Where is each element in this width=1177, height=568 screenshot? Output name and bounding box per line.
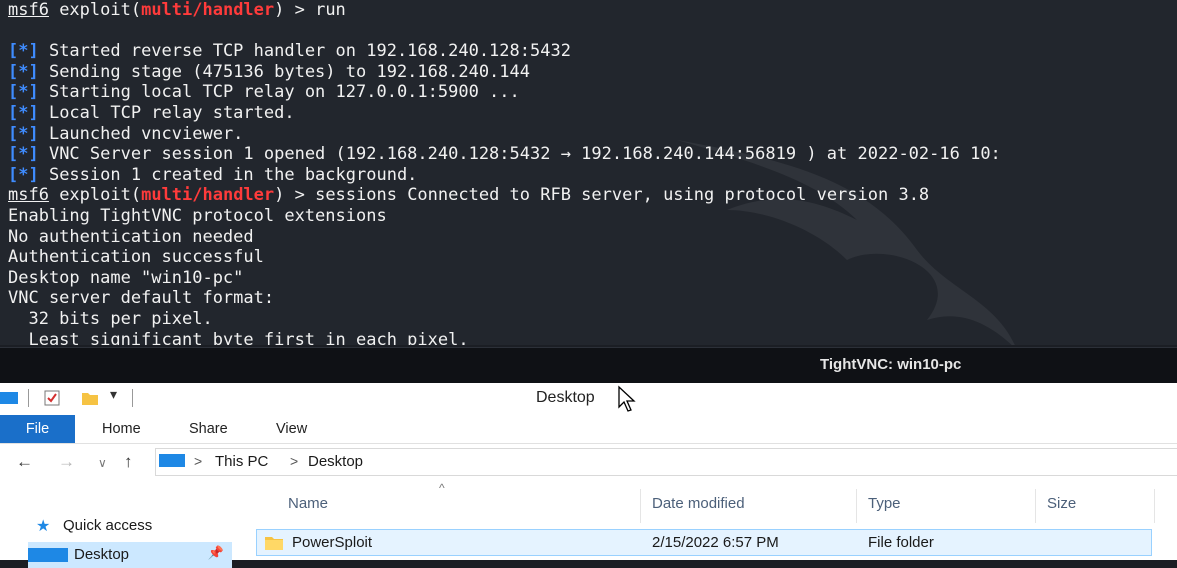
terminal-output: msf6 exploit(multi/handler) > run [*] Sta… — [8, 0, 1177, 345]
info-marker: [*] — [8, 41, 39, 62]
column-divider[interactable] — [1035, 489, 1036, 523]
output-text: No authentication needed — [8, 226, 254, 247]
terminal-line: Authentication successful — [8, 247, 1177, 268]
breadcrumb-separator-icon[interactable]: > — [194, 453, 202, 469]
output-text: Desktop name "win10-pc" — [8, 267, 244, 288]
info-marker: [*] — [8, 61, 39, 82]
breadcrumb-this-pc[interactable]: This PC — [215, 453, 268, 470]
output-text: Local TCP relay started. — [38, 102, 295, 123]
module-name: multi/handler — [141, 185, 275, 206]
msf-prompt: msf6 — [8, 0, 49, 20]
terminal-line: 32 bits per pixel. — [8, 309, 1177, 330]
output-text: VNC server default format: — [8, 288, 275, 309]
info-marker: [*] — [8, 102, 39, 123]
output-text: Sending stage (475136 bytes) to 192.168.… — [38, 61, 530, 82]
column-header-size[interactable]: Size — [1047, 495, 1076, 512]
terminal-line: [*] Launched vncviewer. — [8, 124, 1177, 145]
output-text: VNC Server session 1 opened (192.168.240… — [38, 144, 1001, 165]
column-divider[interactable] — [1154, 489, 1155, 523]
info-marker: [*] — [8, 164, 39, 185]
table-row[interactable]: PowerSploit 2/15/2022 6:57 PM File folde… — [256, 529, 1152, 556]
ribbon-tabs: File Home Share View — [0, 415, 1177, 444]
tab-file[interactable]: File — [0, 415, 75, 443]
toolbar-divider — [28, 389, 29, 407]
explorer-app-icon[interactable] — [0, 390, 18, 406]
tab-view[interactable]: View — [264, 415, 319, 443]
terminal-line: [*] Started reverse TCP handler on 192.1… — [8, 41, 1177, 62]
terminal-window[interactable]: msf6 exploit(multi/handler) > run [*] Sta… — [0, 0, 1177, 345]
terminal-line: [*] Session 1 created in the background. — [8, 165, 1177, 186]
breadcrumb-separator-icon[interactable]: > — [290, 453, 298, 469]
module-name: multi/handler — [141, 0, 275, 20]
vnc-titlebar[interactable]: TightVNC: win10-pc — [0, 347, 1177, 384]
terminal-line: [*] Sending stage (475136 bytes) to 192.… — [8, 62, 1177, 83]
output-text: Launched vncviewer. — [38, 123, 244, 144]
sidebar-item-label: Quick access — [63, 517, 153, 534]
forward-arrow-icon[interactable]: → — [58, 452, 75, 472]
column-header-type[interactable]: Type — [868, 495, 901, 512]
toolbar-divider — [132, 389, 133, 407]
prompt-text: ) > sessions Connected to RFB server, us… — [274, 185, 930, 206]
output-text: Starting local TCP relay on 127.0.0.1:59… — [38, 82, 520, 103]
terminal-line: VNC server default format: — [8, 288, 1177, 309]
file-date-modified: 2/15/2022 6:57 PM — [652, 534, 779, 551]
customize-toolbar-icon[interactable]: ▾ — [110, 386, 117, 403]
up-arrow-icon[interactable]: ↑ — [124, 452, 133, 472]
msf-prompt: msf6 — [8, 185, 49, 206]
tab-share[interactable]: Share — [177, 415, 240, 443]
terminal-line: Desktop name "win10-pc" — [8, 268, 1177, 289]
info-marker: [*] — [8, 144, 39, 165]
address-bar[interactable]: > This PC > Desktop — [155, 448, 1177, 476]
terminal-line: Enabling TightVNC protocol extensions — [8, 206, 1177, 227]
column-header-name[interactable]: Name — [288, 495, 328, 512]
terminal-line: No authentication needed — [8, 227, 1177, 248]
output-text: Authentication successful — [8, 247, 264, 268]
output-text: 32 bits per pixel. — [8, 308, 213, 329]
file-name: PowerSploit — [292, 534, 373, 551]
breadcrumb-desktop[interactable]: Desktop — [308, 453, 363, 470]
properties-icon[interactable] — [44, 390, 60, 406]
prompt-text: ) > run — [274, 0, 346, 20]
vnc-window-title: TightVNC: win10-pc — [820, 356, 962, 373]
column-divider[interactable] — [856, 489, 857, 523]
pin-icon[interactable]: 📌 — [208, 545, 224, 561]
back-arrow-icon[interactable]: ← — [16, 452, 33, 472]
file-type: File folder — [868, 534, 934, 551]
sort-ascending-icon: ^ — [439, 481, 445, 495]
quick-access-toolbar: ▾ Desktop — [0, 383, 1177, 415]
file-list: ^ Name Date modified Type Size PowerSplo… — [232, 481, 1177, 560]
folder-icon — [265, 537, 283, 550]
navigation-bar: ← → ∨ ↑ > This PC > Desktop — [0, 445, 1177, 481]
output-text: Least significant byte first in each pix… — [8, 329, 469, 346]
info-marker: [*] — [8, 82, 39, 103]
terminal-line: Least significant byte first in each pix… — [8, 330, 1177, 346]
terminal-line: [*] Local TCP relay started. — [8, 103, 1177, 124]
navigation-pane: ★ Quick access Desktop 📌 — [0, 481, 232, 568]
prompt-text: exploit( — [48, 0, 142, 20]
sidebar-item-quick-access[interactable]: ★ Quick access — [0, 513, 232, 539]
column-divider[interactable] — [640, 489, 641, 523]
this-pc-icon — [159, 454, 185, 467]
recent-locations-icon[interactable]: ∨ — [98, 456, 107, 470]
info-marker: [*] — [8, 123, 39, 144]
star-icon: ★ — [36, 518, 51, 535]
prompt-text: exploit( — [48, 185, 142, 206]
tab-home[interactable]: Home — [90, 415, 153, 443]
output-text: Enabling TightVNC protocol extensions — [8, 205, 387, 226]
sidebar-item-desktop[interactable]: Desktop 📌 — [28, 542, 232, 568]
file-explorer-window: ▾ Desktop File Home Share View ← → ∨ ↑ >… — [0, 383, 1177, 568]
terminal-line: [*] VNC Server session 1 opened (192.168… — [8, 144, 1177, 165]
terminal-line: msf6 exploit(multi/handler) > sessions C… — [8, 185, 1177, 206]
window-title: Desktop — [536, 389, 595, 406]
output-text: Session 1 created in the background. — [38, 164, 418, 185]
column-header-date-modified[interactable]: Date modified — [652, 495, 745, 512]
sidebar-item-label: Desktop — [74, 546, 130, 563]
terminal-line: [*] Starting local TCP relay on 127.0.0.… — [8, 82, 1177, 103]
mouse-cursor-icon — [618, 385, 636, 412]
new-folder-icon[interactable] — [82, 390, 98, 406]
terminal-line: msf6 exploit(multi/handler) > run — [8, 0, 1177, 21]
output-text: Started reverse TCP handler on 192.168.2… — [38, 41, 571, 62]
desktop-icon — [28, 548, 68, 562]
